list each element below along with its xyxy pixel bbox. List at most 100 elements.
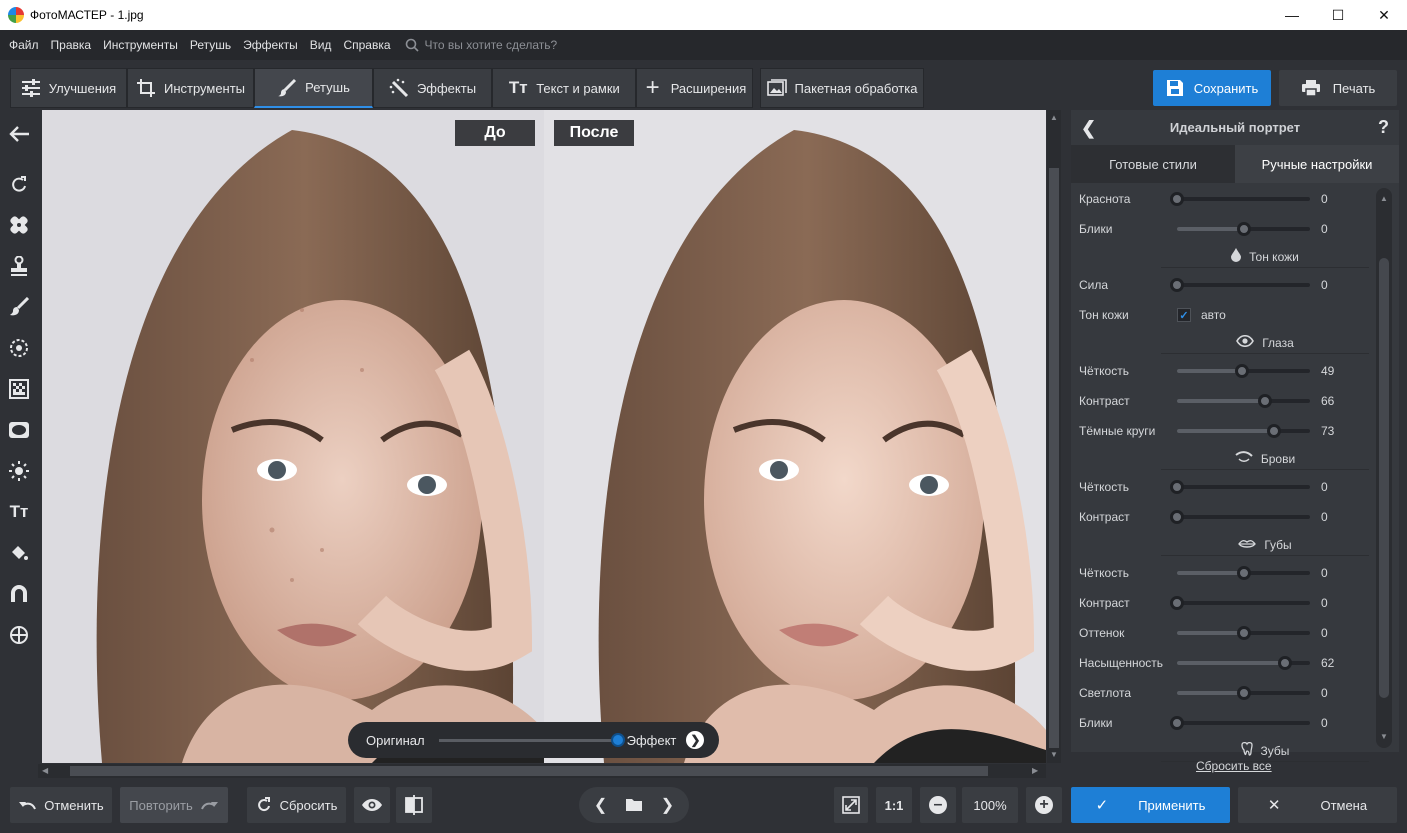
slider-knob[interactable]: [1237, 626, 1251, 640]
help-icon[interactable]: ?: [1378, 117, 1389, 138]
rotate-icon[interactable]: [7, 173, 31, 197]
scroll-up-icon[interactable]: ▲: [1050, 113, 1058, 122]
slider-track[interactable]: [1170, 192, 1310, 206]
scroll-thumb[interactable]: [1049, 168, 1059, 748]
slider-track[interactable]: [1177, 686, 1310, 700]
paintbrush-icon[interactable]: [7, 295, 31, 319]
menu-file[interactable]: Файл: [9, 38, 39, 52]
slider-track[interactable]: [1177, 222, 1310, 236]
tab-enhance[interactable]: Улучшения: [10, 68, 127, 108]
compare-knob[interactable]: [610, 732, 625, 747]
slider-track[interactable]: [1177, 364, 1310, 378]
slider-track[interactable]: [1170, 716, 1310, 730]
light-icon[interactable]: [7, 459, 31, 483]
undo-button[interactable]: Отменить: [10, 787, 112, 823]
redo-icon: [200, 802, 218, 810]
target-icon[interactable]: [7, 336, 31, 360]
slider-track[interactable]: [1177, 626, 1310, 640]
slider-track[interactable]: [1170, 510, 1310, 524]
menu-retouch[interactable]: Ретушь: [190, 38, 231, 52]
slider-track[interactable]: [1177, 394, 1310, 408]
text-tool-icon[interactable]: Tт: [7, 500, 31, 524]
maximize-button[interactable]: ☐: [1315, 0, 1361, 30]
magnet-icon[interactable]: [7, 582, 31, 606]
scroll-right-icon[interactable]: ▶: [1032, 766, 1038, 775]
scroll-up-icon[interactable]: ▲: [1380, 194, 1388, 203]
slider-knob[interactable]: [1237, 222, 1251, 236]
tab-text-frames[interactable]: Tт Текст и рамки: [492, 68, 636, 108]
vignette-icon[interactable]: [7, 418, 31, 442]
compare-view-button[interactable]: [396, 787, 432, 823]
compare-slider[interactable]: Оригинал Эффект ❯: [348, 722, 719, 758]
reset-all-link[interactable]: Сбросить все: [1196, 759, 1272, 773]
menu-search[interactable]: Что вы хотите сделать?: [405, 38, 557, 52]
menu-view[interactable]: Вид: [310, 38, 332, 52]
slider-knob[interactable]: [1170, 278, 1184, 292]
batch-processing-button[interactable]: Пакетная обработка: [760, 68, 924, 108]
slider-knob[interactable]: [1258, 394, 1272, 408]
close-button[interactable]: ✕: [1361, 0, 1407, 30]
save-button[interactable]: Сохранить: [1153, 70, 1271, 106]
slider-track[interactable]: [1177, 656, 1310, 670]
photo-canvas[interactable]: До После Оригинал Эффект ❯: [42, 110, 1046, 763]
canvas-horizontal-scrollbar[interactable]: ◀ ▶: [38, 764, 1046, 778]
slider-knob[interactable]: [1170, 480, 1184, 494]
slider-track[interactable]: [1177, 566, 1310, 580]
scroll-thumb[interactable]: [1379, 258, 1389, 698]
slider-knob[interactable]: [1170, 192, 1184, 206]
zoom-1-1-button[interactable]: 1:1: [876, 787, 912, 823]
zoom-in-button[interactable]: +: [1026, 787, 1062, 823]
scroll-left-icon[interactable]: ◀: [42, 766, 48, 775]
slider-knob[interactable]: [1237, 566, 1251, 580]
gradient-grid-icon[interactable]: [7, 377, 31, 401]
slider-knob[interactable]: [1170, 510, 1184, 524]
slider-knob[interactable]: [1278, 656, 1292, 670]
folder-icon[interactable]: [625, 798, 643, 812]
slider-track[interactable]: [1170, 596, 1310, 610]
next-image-icon[interactable]: ❯: [661, 795, 674, 815]
auto-checkbox[interactable]: ✓: [1177, 308, 1191, 322]
redo-button[interactable]: Повторить: [120, 787, 228, 823]
slider-knob[interactable]: [1170, 596, 1184, 610]
slider-knob[interactable]: [1237, 686, 1251, 700]
zoom-level[interactable]: 100%: [962, 787, 1018, 823]
paint-bucket-icon[interactable]: [7, 541, 31, 565]
slider-knob[interactable]: [1235, 364, 1249, 378]
tab-tools[interactable]: Инструменты: [127, 68, 254, 108]
tab-presets[interactable]: Готовые стили: [1071, 145, 1235, 183]
globe-icon[interactable]: [7, 623, 31, 647]
tab-manual[interactable]: Ручные настройки: [1235, 145, 1399, 183]
cancel-button[interactable]: ✕ Отмена: [1238, 787, 1397, 823]
canvas-vertical-scrollbar[interactable]: ▲ ▼: [1047, 110, 1061, 763]
tab-extensions[interactable]: + Расширения: [636, 68, 753, 108]
slider-knob[interactable]: [1267, 424, 1281, 438]
prev-image-icon[interactable]: ❮: [594, 795, 607, 815]
slider-knob[interactable]: [1170, 716, 1184, 730]
scroll-thumb[interactable]: [70, 766, 988, 776]
compare-track[interactable]: [438, 732, 625, 747]
scroll-down-icon[interactable]: ▼: [1050, 750, 1058, 759]
preview-eye-button[interactable]: [354, 787, 390, 823]
zoom-out-button[interactable]: –: [920, 787, 956, 823]
minimize-button[interactable]: —: [1269, 0, 1315, 30]
tab-effects[interactable]: Эффекты: [373, 68, 492, 108]
scroll-down-icon[interactable]: ▼: [1380, 732, 1388, 741]
fit-screen-button[interactable]: [834, 787, 868, 823]
stamp-icon[interactable]: [7, 254, 31, 278]
bandage-icon[interactable]: [7, 213, 31, 237]
back-arrow-icon[interactable]: [7, 122, 31, 146]
back-chevron-icon[interactable]: ❮: [1081, 118, 1096, 139]
menu-effects[interactable]: Эффекты: [243, 38, 298, 52]
menu-edit[interactable]: Правка: [51, 38, 92, 52]
apply-button[interactable]: ✓ Применить: [1071, 787, 1230, 823]
slider-track[interactable]: [1170, 480, 1310, 494]
tab-retouch[interactable]: Ретушь: [254, 68, 373, 108]
print-button[interactable]: Печать: [1279, 70, 1397, 106]
menu-tools[interactable]: Инструменты: [103, 38, 178, 52]
slider-track[interactable]: [1170, 278, 1310, 292]
reset-button[interactable]: Сбросить: [247, 787, 346, 823]
slider-track[interactable]: [1177, 424, 1310, 438]
chevron-right-icon[interactable]: ❯: [686, 731, 705, 749]
panel-scrollbar[interactable]: ▲ ▼: [1376, 188, 1392, 748]
menu-help[interactable]: Справка: [343, 38, 390, 52]
